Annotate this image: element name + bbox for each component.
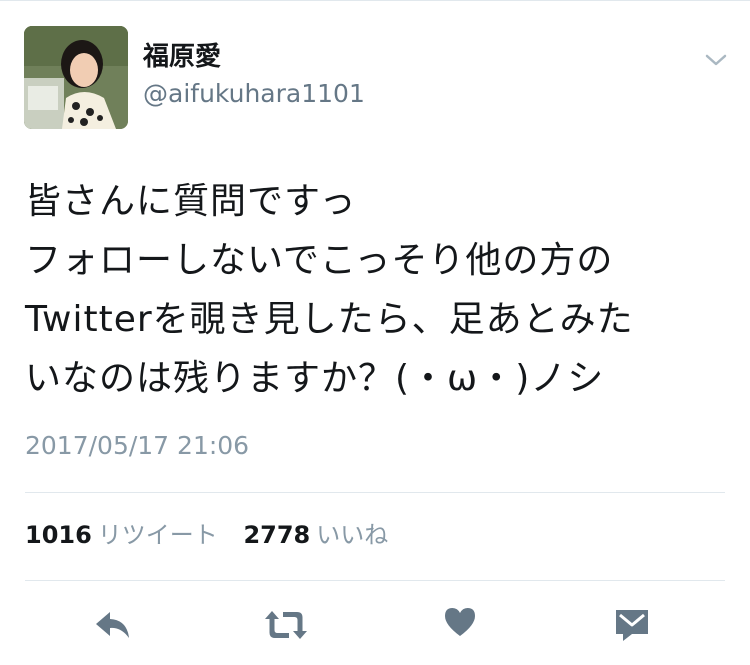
top-divider bbox=[0, 0, 750, 1]
retweet-icon[interactable] bbox=[262, 609, 310, 645]
avatar-photo bbox=[24, 26, 128, 129]
tweet-text: 皆さんに質問ですっ フォローしないでこっそり他の方の Twitterを覗き見した… bbox=[25, 172, 725, 408]
reply-icon[interactable] bbox=[93, 608, 133, 646]
like-count[interactable]: 2778 bbox=[243, 521, 310, 549]
tweet-text-line: フォローしないでこっそり他の方の bbox=[25, 240, 614, 281]
display-name[interactable]: 福原愛 bbox=[143, 42, 221, 72]
user-handle[interactable]: @aifukuhara1101 bbox=[143, 79, 365, 109]
chevron-down-icon[interactable] bbox=[703, 50, 729, 70]
divider bbox=[25, 492, 725, 493]
divider bbox=[25, 580, 725, 581]
timestamp[interactable]: 2017/05/17 21:06 bbox=[25, 431, 249, 461]
engagement-stats: 1016 リツイート 2778 いいね bbox=[25, 520, 406, 550]
like-icon[interactable] bbox=[443, 606, 477, 642]
tweet-text-line: いなのは残りますか？(・ω・)ノシ bbox=[25, 358, 605, 399]
direct-message-icon[interactable] bbox=[612, 606, 652, 646]
like-label[interactable]: いいね bbox=[316, 521, 388, 549]
avatar[interactable] bbox=[24, 26, 128, 129]
retweet-count[interactable]: 1016 bbox=[25, 521, 92, 549]
retweet-label[interactable]: リツイート bbox=[98, 521, 218, 549]
tweet-text-line: 皆さんに質問ですっ bbox=[25, 181, 357, 222]
tweet-text-line: Twitterを覗き見したら、足あとみた bbox=[25, 299, 634, 340]
